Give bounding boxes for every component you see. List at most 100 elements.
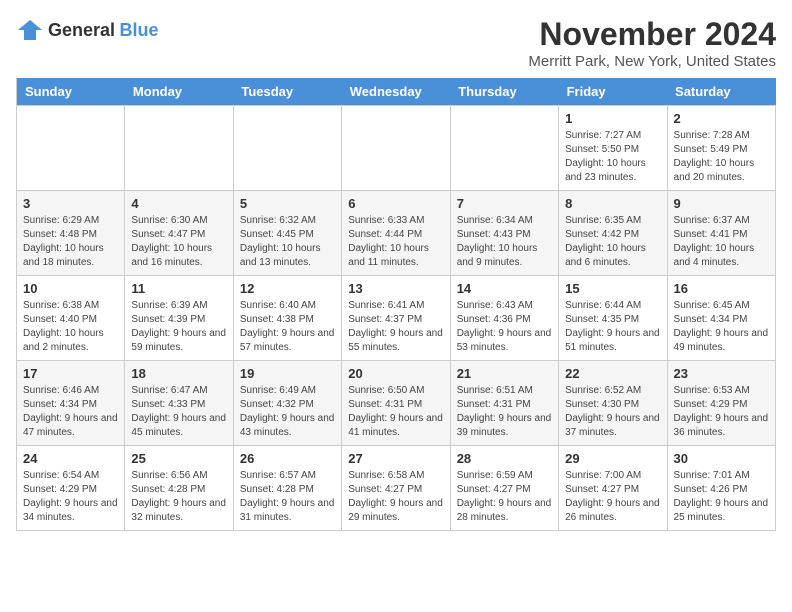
day-info: Sunrise: 6:54 AM Sunset: 4:29 PM Dayligh… <box>23 469 118 525</box>
day-header-monday: Monday <box>125 78 233 106</box>
day-number: 1 <box>565 111 660 126</box>
calendar-cell: 1Sunrise: 7:27 AM Sunset: 5:50 PM Daylig… <box>559 106 667 191</box>
day-header-sunday: Sunday <box>17 78 125 106</box>
day-number: 8 <box>565 196 660 211</box>
day-number: 26 <box>240 451 335 466</box>
logo-icon <box>16 16 44 44</box>
calendar-cell <box>125 106 233 191</box>
calendar-cell: 3Sunrise: 6:29 AM Sunset: 4:48 PM Daylig… <box>17 191 125 276</box>
calendar-cell: 19 Sunrise: 6:49 AM Sunset: 4:32 PM Dayli… <box>233 361 341 446</box>
day-number: 24 <box>23 451 118 466</box>
calendar-cell: 13Sunrise: 6:41 AM Sunset: 4:37 PM Dayli… <box>342 276 450 361</box>
day-info: Sunrise: 6:45 AM Sunset: 4:34 PM Dayligh… <box>674 299 769 355</box>
day-info: Sunrise: 6:46 AM Sunset: 4:34 PM Dayligh… <box>23 384 118 440</box>
calendar-cell: 7 Sunrise: 6:34 AM Sunset: 4:43 PM Daylig… <box>450 191 558 276</box>
day-info: Sunrise: 6:32 AM Sunset: 4:45 PM Dayligh… <box>240 214 335 270</box>
day-number: 22 <box>565 366 660 381</box>
day-info: Sunrise: 6:53 AM Sunset: 4:29 PM Dayligh… <box>674 384 769 440</box>
location: Merritt Park, New York, United States <box>528 53 776 70</box>
day-number: 21 <box>457 366 552 381</box>
day-info: Sunrise: 6:52 AM Sunset: 4:30 PM Dayligh… <box>565 384 660 440</box>
calendar-cell: 8 Sunrise: 6:35 AM Sunset: 4:42 PM Daylig… <box>559 191 667 276</box>
day-header-friday: Friday <box>559 78 667 106</box>
day-number: 27 <box>348 451 443 466</box>
day-number: 25 <box>131 451 226 466</box>
calendar-cell: 22 Sunrise: 6:52 AM Sunset: 4:30 PM Dayli… <box>559 361 667 446</box>
title-section: November 2024 Merritt Park, New York, Un… <box>528 16 776 70</box>
day-number: 16 <box>674 281 769 296</box>
day-info: Sunrise: 6:56 AM Sunset: 4:28 PM Dayligh… <box>131 469 226 525</box>
header: General Blue November 2024 Merritt Park,… <box>16 16 776 70</box>
week-row-1: 1Sunrise: 7:27 AM Sunset: 5:50 PM Daylig… <box>17 106 776 191</box>
calendar-cell <box>450 106 558 191</box>
day-number: 12 <box>240 281 335 296</box>
day-number: 15 <box>565 281 660 296</box>
day-info: Sunrise: 7:28 AM Sunset: 5:49 PM Dayligh… <box>674 129 769 185</box>
day-info: Sunrise: 6:34 AM Sunset: 4:43 PM Dayligh… <box>457 214 552 270</box>
day-info: Sunrise: 6:57 AM Sunset: 4:28 PM Dayligh… <box>240 469 335 525</box>
day-info: Sunrise: 6:59 AM Sunset: 4:27 PM Dayligh… <box>457 469 552 525</box>
day-info: Sunrise: 6:50 AM Sunset: 4:31 PM Dayligh… <box>348 384 443 440</box>
week-row-3: 10 Sunrise: 6:38 AM Sunset: 4:40 PM Dayli… <box>17 276 776 361</box>
calendar-cell: 16 Sunrise: 6:45 AM Sunset: 4:34 PM Dayli… <box>667 276 775 361</box>
day-info: Sunrise: 6:35 AM Sunset: 4:42 PM Dayligh… <box>565 214 660 270</box>
day-number: 2 <box>674 111 769 126</box>
day-header-saturday: Saturday <box>667 78 775 106</box>
day-header-wednesday: Wednesday <box>342 78 450 106</box>
day-number: 10 <box>23 281 118 296</box>
calendar-cell: 12Sunrise: 6:40 AM Sunset: 4:38 PM Dayli… <box>233 276 341 361</box>
day-info: Sunrise: 6:47 AM Sunset: 4:33 PM Dayligh… <box>131 384 226 440</box>
day-number: 29 <box>565 451 660 466</box>
day-number: 23 <box>674 366 769 381</box>
calendar-cell: 23 Sunrise: 6:53 AM Sunset: 4:29 PM Dayli… <box>667 361 775 446</box>
day-header-tuesday: Tuesday <box>233 78 341 106</box>
day-number: 19 <box>240 366 335 381</box>
calendar-cell: 17 Sunrise: 6:46 AM Sunset: 4:34 PM Dayli… <box>17 361 125 446</box>
calendar-cell: 15 Sunrise: 6:44 AM Sunset: 4:35 PM Dayli… <box>559 276 667 361</box>
day-info: Sunrise: 6:38 AM Sunset: 4:40 PM Dayligh… <box>23 299 118 355</box>
day-number: 11 <box>131 281 226 296</box>
day-number: 17 <box>23 366 118 381</box>
calendar-cell: 26 Sunrise: 6:57 AM Sunset: 4:28 PM Dayli… <box>233 446 341 531</box>
day-info: Sunrise: 7:01 AM Sunset: 4:26 PM Dayligh… <box>674 469 769 525</box>
calendar-cell: 30Sunrise: 7:01 AM Sunset: 4:26 PM Dayli… <box>667 446 775 531</box>
calendar-cell <box>17 106 125 191</box>
header-row: SundayMondayTuesdayWednesdayThursdayFrid… <box>17 78 776 106</box>
calendar-cell: 25 Sunrise: 6:56 AM Sunset: 4:28 PM Dayli… <box>125 446 233 531</box>
day-number: 28 <box>457 451 552 466</box>
calendar-cell: 5 Sunrise: 6:32 AM Sunset: 4:45 PM Daylig… <box>233 191 341 276</box>
calendar-cell: 14 Sunrise: 6:43 AM Sunset: 4:36 PM Dayli… <box>450 276 558 361</box>
calendar-table: SundayMondayTuesdayWednesdayThursdayFrid… <box>16 78 776 531</box>
calendar-cell: 21 Sunrise: 6:51 AM Sunset: 4:31 PM Dayli… <box>450 361 558 446</box>
day-number: 5 <box>240 196 335 211</box>
calendar-cell: 2 Sunrise: 7:28 AM Sunset: 5:49 PM Daylig… <box>667 106 775 191</box>
calendar-cell: 9 Sunrise: 6:37 AM Sunset: 4:41 PM Daylig… <box>667 191 775 276</box>
day-number: 13 <box>348 281 443 296</box>
day-number: 14 <box>457 281 552 296</box>
day-number: 7 <box>457 196 552 211</box>
logo: General Blue <box>16 16 159 44</box>
week-row-2: 3Sunrise: 6:29 AM Sunset: 4:48 PM Daylig… <box>17 191 776 276</box>
calendar-cell: 29 Sunrise: 7:00 AM Sunset: 4:27 PM Dayli… <box>559 446 667 531</box>
day-info: Sunrise: 6:43 AM Sunset: 4:36 PM Dayligh… <box>457 299 552 355</box>
day-info: Sunrise: 6:37 AM Sunset: 4:41 PM Dayligh… <box>674 214 769 270</box>
calendar-cell: 27 Sunrise: 6:58 AM Sunset: 4:27 PM Dayli… <box>342 446 450 531</box>
calendar-cell: 4Sunrise: 6:30 AM Sunset: 4:47 PM Daylig… <box>125 191 233 276</box>
day-header-thursday: Thursday <box>450 78 558 106</box>
day-info: Sunrise: 6:51 AM Sunset: 4:31 PM Dayligh… <box>457 384 552 440</box>
day-number: 9 <box>674 196 769 211</box>
calendar-cell: 18Sunrise: 6:47 AM Sunset: 4:33 PM Dayli… <box>125 361 233 446</box>
day-info: Sunrise: 6:49 AM Sunset: 4:32 PM Dayligh… <box>240 384 335 440</box>
day-info: Sunrise: 7:00 AM Sunset: 4:27 PM Dayligh… <box>565 469 660 525</box>
day-number: 6 <box>348 196 443 211</box>
calendar-cell <box>233 106 341 191</box>
day-info: Sunrise: 6:39 AM Sunset: 4:39 PM Dayligh… <box>131 299 226 355</box>
calendar-cell: 20Sunrise: 6:50 AM Sunset: 4:31 PM Dayli… <box>342 361 450 446</box>
week-row-5: 24 Sunrise: 6:54 AM Sunset: 4:29 PM Dayli… <box>17 446 776 531</box>
day-info: Sunrise: 6:30 AM Sunset: 4:47 PM Dayligh… <box>131 214 226 270</box>
calendar-cell: 28 Sunrise: 6:59 AM Sunset: 4:27 PM Dayli… <box>450 446 558 531</box>
day-info: Sunrise: 6:58 AM Sunset: 4:27 PM Dayligh… <box>348 469 443 525</box>
day-number: 3 <box>23 196 118 211</box>
day-info: Sunrise: 6:44 AM Sunset: 4:35 PM Dayligh… <box>565 299 660 355</box>
logo-text: General Blue <box>48 20 159 41</box>
